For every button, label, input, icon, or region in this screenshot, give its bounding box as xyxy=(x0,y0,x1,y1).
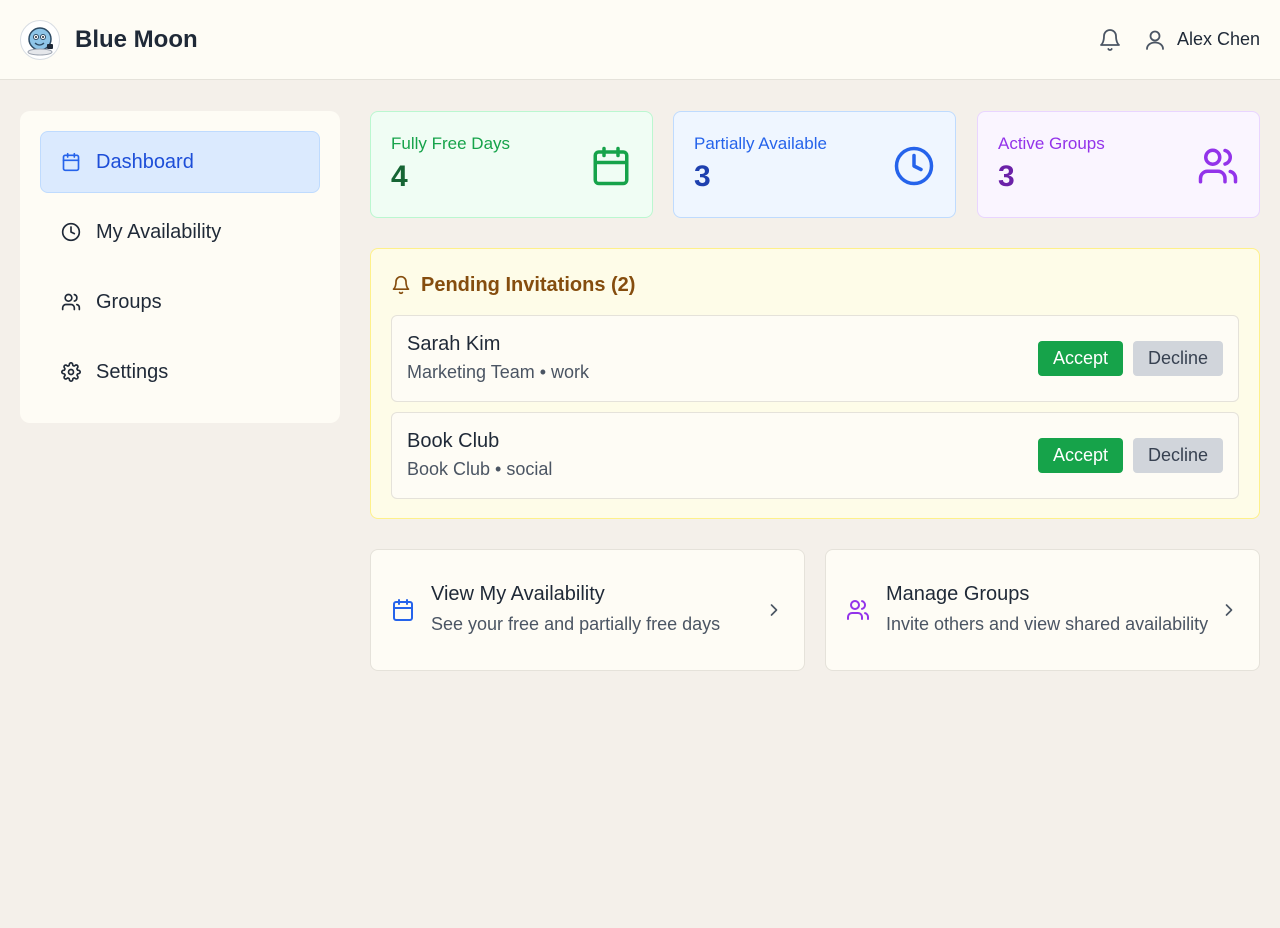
stat-card-partially-available: Partially Available 3 xyxy=(673,111,956,218)
decline-button[interactable]: Decline xyxy=(1132,341,1223,376)
moon-mascot-icon xyxy=(27,26,53,55)
sidebar-item-settings[interactable]: Settings xyxy=(40,341,320,403)
quick-link-title: Manage Groups xyxy=(886,583,1030,605)
stat-card-active-groups: Active Groups 3 xyxy=(977,111,1260,218)
calendar-icon xyxy=(593,146,629,186)
pending-invitations-panel: Pending Invitations (2) Sarah Kim Market… xyxy=(370,248,1260,519)
sidebar-item-my-availability[interactable]: My Availability xyxy=(40,201,320,263)
app-header: Blue Moon Alex Chen xyxy=(0,0,1280,80)
invitation-item: Book Club Book Club • social Accept Decl… xyxy=(391,412,1239,499)
accept-button[interactable]: Accept xyxy=(1037,438,1123,473)
sidebar-item-label: Dashboard xyxy=(96,150,194,173)
view-availability-link[interactable]: View My Availability See your free and p… xyxy=(370,549,805,671)
sidebar-item-dashboard[interactable]: Dashboard xyxy=(40,131,320,193)
chevron-right-icon xyxy=(1225,604,1233,616)
invitation-actions: Accept Decline xyxy=(1037,341,1223,376)
sidebar: Dashboard My Availability Groups Setting… xyxy=(20,111,340,423)
calendar-icon xyxy=(61,152,81,172)
app-logo[interactable] xyxy=(20,19,60,60)
user-icon xyxy=(1146,30,1164,50)
invitation-actions: Accept Decline xyxy=(1037,438,1223,473)
bell-icon xyxy=(392,275,410,295)
sidebar-item-label: Groups xyxy=(96,290,162,313)
calendar-icon xyxy=(393,599,413,621)
clock-icon xyxy=(61,222,81,242)
stat-card-fully-free-days: Fully Free Days 4 xyxy=(370,111,653,218)
decline-button[interactable]: Decline xyxy=(1132,438,1223,473)
invitations-title: Pending Invitations (2) xyxy=(421,273,636,296)
bell-icon xyxy=(1100,28,1120,51)
users-icon xyxy=(61,292,81,312)
quick-link-title: View My Availability xyxy=(431,583,605,605)
quick-link-subtitle: Invite others and view shared availabili… xyxy=(886,614,1209,634)
sidebar-item-groups[interactable]: Groups xyxy=(40,271,320,333)
user-name: Alex Chen xyxy=(1176,29,1260,49)
notifications-button[interactable] xyxy=(1097,27,1123,53)
clock-icon xyxy=(894,146,934,186)
users-icon xyxy=(1198,148,1238,184)
invitations-header: Pending Invitations (2) xyxy=(391,269,1239,301)
quick-link-subtitle: See your free and partially free days xyxy=(431,614,721,634)
app-title: Blue Moon xyxy=(75,25,198,53)
accept-button[interactable]: Accept xyxy=(1037,341,1123,376)
manage-groups-link[interactable]: Manage Groups Invite others and view sha… xyxy=(825,549,1260,671)
chevron-right-icon xyxy=(770,604,778,616)
users-icon xyxy=(847,600,869,620)
quick-link-text: View My Availability See your free and p… xyxy=(431,583,754,637)
user-menu[interactable]: Alex Chen xyxy=(1143,28,1260,52)
gear-icon xyxy=(61,362,81,382)
invitation-item: Sarah Kim Marketing Team • work Accept D… xyxy=(391,315,1239,402)
quick-link-text: Manage Groups Invite others and view sha… xyxy=(886,583,1209,637)
sidebar-item-label: Settings xyxy=(96,360,169,383)
header-actions: Alex Chen xyxy=(1097,27,1260,53)
sidebar-item-label: My Availability xyxy=(96,220,222,243)
